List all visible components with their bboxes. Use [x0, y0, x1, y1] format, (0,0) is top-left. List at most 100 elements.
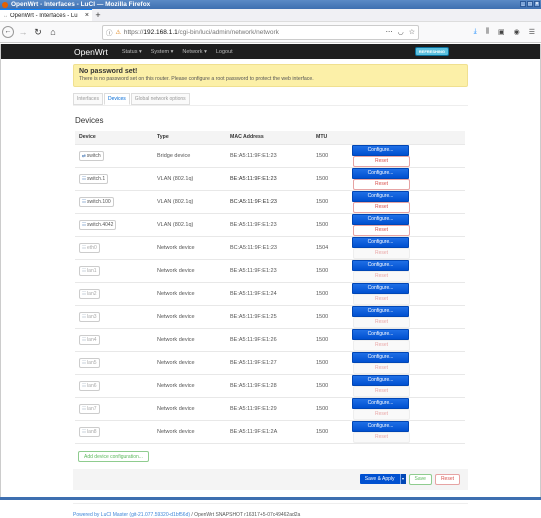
pocket-icon[interactable]: ◡	[398, 28, 404, 36]
home-button[interactable]: ⌂	[47, 26, 59, 38]
maximize-icon[interactable]: □	[527, 1, 533, 7]
network-port-icon: ☷	[82, 268, 86, 274]
luci-header: OpenWrt Status ▾ System ▾ Network ▾ Logo…	[1, 44, 540, 59]
reset-device-button[interactable]: Reset	[353, 202, 410, 213]
device-badge[interactable]: ☷lan1	[79, 266, 100, 276]
device-badge[interactable]: ⇄switch	[79, 151, 104, 161]
reset-device-button[interactable]: Reset	[353, 248, 410, 259]
actions-cell: Configure...Reset	[348, 236, 465, 259]
configure-button[interactable]: Configure...	[352, 260, 409, 271]
configure-button[interactable]: Configure...	[352, 398, 409, 409]
reset-button[interactable]: Reset	[435, 474, 460, 485]
device-badge[interactable]: ☷eth0	[79, 243, 100, 253]
table-row: ☷lan3Network deviceBE:A5:11:9F:E1:251500…	[75, 305, 465, 328]
device-badge[interactable]: ☷lan6	[79, 381, 100, 391]
tab-global-network-options[interactable]: Global network options	[131, 93, 190, 105]
reset-device-button[interactable]: Reset	[353, 179, 410, 190]
reset-device-button[interactable]: Reset	[353, 156, 410, 167]
downloads-icon[interactable]: ⤓	[474, 28, 477, 36]
library-icon[interactable]: ⫼	[486, 28, 489, 36]
type-cell: Network device	[153, 420, 226, 443]
refreshing-badge[interactable]: REFRESHING	[415, 47, 449, 56]
info-icon[interactable]: ⓘ	[106, 27, 113, 37]
configure-button[interactable]: Configure...	[352, 237, 409, 248]
menu-logout[interactable]: Logout	[216, 49, 233, 55]
configure-button[interactable]: Configure...	[352, 214, 409, 225]
close-window-icon[interactable]: ×	[534, 1, 540, 7]
reset-device-button[interactable]: Reset	[353, 271, 410, 282]
minimize-icon[interactable]: _	[520, 1, 526, 7]
actions-cell: Configure...Reset	[348, 374, 465, 397]
add-device-configuration-button[interactable]: Add device configuration...	[78, 451, 149, 462]
reload-button[interactable]: ↻	[32, 26, 44, 38]
reset-device-button[interactable]: Reset	[353, 363, 410, 374]
device-badge[interactable]: ☷lan2	[79, 289, 100, 299]
network-port-icon: ☷	[82, 337, 86, 343]
table-row: ☷lan5Network deviceBE:A5:11:9F:E1:271500…	[75, 351, 465, 374]
configure-button[interactable]: Configure...	[352, 283, 409, 294]
tab-devices[interactable]: Devices	[104, 93, 130, 105]
forward-button[interactable]: →	[17, 26, 29, 38]
actions-cell: Configure...Reset	[348, 420, 465, 443]
menu-status[interactable]: Status ▾	[122, 49, 142, 55]
close-tab-icon[interactable]: ×	[85, 12, 89, 19]
brand-logo[interactable]: OpenWrt	[74, 47, 108, 57]
footer: Powered by LuCI Master (git-21.077.59320…	[73, 503, 468, 518]
reset-device-button[interactable]: Reset	[353, 340, 410, 351]
sidebar-icon[interactable]: ▣	[498, 28, 505, 36]
browser-tab[interactable]: ↔ OpenWrt - Interfaces - Lu ×	[0, 9, 92, 21]
mac-cell: BE:A5:11:9F:E1:26	[226, 328, 312, 351]
reset-device-button[interactable]: Reset	[353, 432, 410, 443]
hamburger-menu-icon[interactable]: ☰	[529, 28, 535, 36]
bookmark-star-icon[interactable]: ☆	[409, 28, 415, 36]
configure-button[interactable]: Configure...	[352, 375, 409, 386]
device-badge[interactable]: ☷lan7	[79, 404, 100, 414]
configure-button[interactable]: Configure...	[352, 329, 409, 340]
save-button[interactable]: Save	[409, 474, 432, 485]
device-badge[interactable]: ☷switch.100	[79, 197, 114, 207]
device-badge[interactable]: ☷lan5	[79, 358, 100, 368]
actions-cell: Configure...Reset	[348, 397, 465, 420]
configure-button[interactable]: Configure...	[352, 145, 409, 156]
reset-device-button[interactable]: Reset	[353, 317, 410, 328]
mtu-cell: 1500	[312, 420, 348, 443]
save-apply-button[interactable]: Save & Apply	[360, 474, 400, 484]
configure-button[interactable]: Configure...	[352, 306, 409, 317]
url-bar[interactable]: ⓘ ⚠ https:// 192.168.1.1 /cgi-bin/luci/a…	[102, 25, 419, 40]
reset-device-button[interactable]: Reset	[353, 409, 410, 420]
reset-device-button[interactable]: Reset	[353, 386, 410, 397]
configure-button[interactable]: Configure...	[352, 191, 409, 202]
configure-button[interactable]: Configure...	[352, 421, 409, 432]
url-path: /cgi-bin/luci/admin/network/network	[178, 29, 279, 36]
configure-button[interactable]: Configure...	[352, 352, 409, 363]
reset-device-button[interactable]: Reset	[353, 225, 410, 236]
menu-system[interactable]: System ▾	[151, 49, 174, 55]
mac-cell: BC:A5:11:9F:E1:23	[226, 190, 312, 213]
device-badge[interactable]: ☷lan3	[79, 312, 100, 322]
mtu-cell: 1500	[312, 397, 348, 420]
account-icon[interactable]: ◉	[514, 28, 520, 36]
reset-device-button[interactable]: Reset	[353, 294, 410, 305]
new-tab-button[interactable]: +	[92, 9, 104, 21]
luci-version-link[interactable]: Powered by LuCI Master (git-21.077.59320…	[73, 512, 190, 518]
table-row: ☷switch.1VLAN (802.1q)BE:A5:11:9F:E1:231…	[75, 167, 465, 190]
network-port-icon: ☷	[82, 406, 86, 412]
configure-button[interactable]: Configure...	[352, 168, 409, 179]
table-row: ☷lan4Network deviceBE:A5:11:9F:E1:261500…	[75, 328, 465, 351]
device-name: lan8	[87, 429, 96, 435]
insecure-lock-icon[interactable]: ⚠	[116, 29, 121, 36]
page-actions-icon[interactable]: ⋯	[386, 28, 393, 36]
menu-network[interactable]: Network ▾	[182, 49, 206, 55]
window-title: OpenWrt - Interfaces - LuCI — Mozilla Fi…	[11, 1, 150, 8]
tab-interfaces[interactable]: Interfaces	[73, 93, 103, 105]
device-cell: ☷eth0	[75, 236, 153, 259]
device-badge[interactable]: ☷switch.4042	[79, 220, 116, 230]
network-port-icon: ☷	[82, 314, 86, 320]
device-badge[interactable]: ☷lan8	[79, 427, 100, 437]
page-actions: Save & Apply ▾ Save Reset	[73, 469, 468, 490]
device-badge[interactable]: ☷switch.1	[79, 174, 108, 184]
back-button[interactable]: ←	[2, 26, 14, 38]
table-row: ⇄switchBridge deviceBE:A5:11:9F:E1:23150…	[75, 144, 465, 167]
device-badge[interactable]: ☷lan4	[79, 335, 100, 345]
save-apply-dropdown-icon[interactable]: ▾	[400, 474, 406, 484]
